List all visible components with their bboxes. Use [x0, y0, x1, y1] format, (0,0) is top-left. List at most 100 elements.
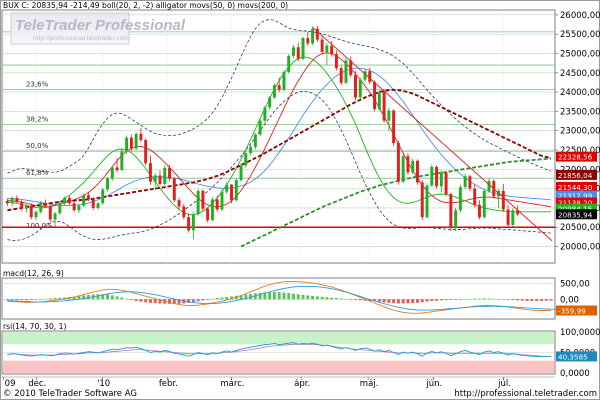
macd-histogram-bar [96, 294, 100, 300]
macd-histogram-bar [144, 299, 148, 303]
macd-histogram-bar [320, 296, 324, 300]
macd-histogram-bar [201, 299, 205, 301]
macd-histogram-bar [24, 299, 28, 301]
macd-histogram-bar [206, 299, 210, 300]
macd-histogram-bar [439, 299, 443, 301]
price-tick-label: 26000,00 [560, 11, 600, 21]
macd-histogram-bar [134, 299, 138, 301]
candle-body [358, 79, 362, 98]
candle-body [77, 205, 81, 211]
macd-histogram-bar [349, 299, 353, 300]
macd-histogram-bar [196, 299, 200, 302]
price-tick-label: 20000,00 [560, 243, 600, 253]
macd-histogram-bar [396, 299, 400, 304]
x-tick-label: ápr. [294, 379, 310, 389]
candle-body [406, 156, 410, 173]
watermark-url: http://professional.teletrader.com [33, 35, 129, 42]
macd-histogram-bar [268, 292, 272, 300]
macd-histogram-bar [401, 299, 405, 304]
candle-body [396, 143, 400, 182]
macd-histogram-bar [425, 299, 429, 302]
footer-copyright: © 2010 TeleTrader Software AG [3, 389, 137, 399]
candle-body [5, 200, 9, 204]
macd-value-tag-label: -359,99 [558, 307, 586, 316]
candle-body [20, 202, 24, 209]
macd-histogram-bar [444, 299, 448, 301]
candle-body [163, 167, 167, 184]
candle-body [392, 110, 396, 144]
candle-body [425, 185, 429, 218]
price-tick-label: 25500,00 [560, 30, 600, 40]
macd-histogram-bar [377, 299, 381, 302]
candle-body [215, 199, 219, 210]
candle-body [106, 178, 110, 190]
candle-body [253, 134, 257, 147]
macd-histogram-bar [106, 294, 110, 300]
macd-histogram-bar [415, 299, 419, 303]
macd-value-tags: -359,99 [556, 305, 597, 316]
x-tick-label: márc. [220, 379, 244, 389]
candle-body [153, 175, 157, 182]
macd-histogram-bar [544, 299, 548, 301]
candle-body [430, 167, 434, 186]
candle-body [368, 71, 372, 83]
macd-histogram-bar [477, 298, 481, 300]
chart-window: 23,6% 38,2% 50,0% 61,8% 100,0% 26000,00 25500… [0, 0, 600, 400]
macd-histogram-bar [511, 299, 515, 301]
macd-histogram-bar [430, 299, 434, 302]
candle-body [301, 38, 305, 59]
price-tick-label: 23500,00 [560, 107, 600, 117]
macd-histogram-bar [311, 295, 315, 300]
macd-histogram-bar [497, 298, 501, 300]
candle-body [320, 39, 324, 52]
macd-histogram-bar [549, 299, 553, 301]
chart-canvas: 23,6%38,2%50,0%61,8%100,0% 26000,0025500… [0, 0, 600, 400]
rsi-oversold-zone [3, 360, 554, 373]
price-panel [1, 9, 556, 264]
macd-histogram-bar [20, 299, 24, 301]
macd-histogram-bar [39, 299, 43, 300]
macd-histogram-bar [463, 299, 467, 300]
macd-histogram-bar [5, 299, 9, 300]
candle-body [24, 205, 28, 209]
candle-body [210, 199, 214, 221]
macd-histogram-bar [287, 293, 291, 300]
candle-body [244, 153, 248, 166]
macd-histogram-bar [330, 297, 334, 300]
macd-histogram-bar [458, 299, 462, 300]
macd-histogram-bar [125, 298, 129, 300]
rsi-value-tags: 40,3585 [556, 351, 597, 362]
candle-body [101, 189, 105, 204]
candle-body [177, 200, 181, 207]
candle-body [139, 133, 143, 140]
price-value-tag-label: 20835,94 [558, 210, 593, 219]
candle-body [187, 217, 191, 231]
price-value-tag-label: 21544,30 [558, 183, 593, 192]
candle-body [501, 190, 505, 210]
macd-histogram-bar [15, 299, 19, 301]
candle-body [306, 38, 310, 44]
candle-body [53, 213, 57, 220]
x-tick-label: 09 [5, 379, 16, 389]
candle-body [110, 167, 114, 179]
candle-body [182, 206, 186, 218]
x-tick-label: máj. [360, 379, 379, 389]
macd-histogram-bar [449, 299, 453, 300]
candle-body [325, 45, 329, 52]
macd-histogram-bar [334, 298, 338, 300]
price-tick-label: 20500,00 [560, 223, 600, 233]
macd-histogram-bar [29, 299, 33, 300]
candle-body [334, 54, 338, 69]
candle-body [272, 85, 276, 98]
macd-histogram-bar [315, 296, 319, 300]
macd-histogram-bar [506, 299, 510, 300]
macd-histogram-bar [110, 295, 114, 300]
candle-body [473, 188, 477, 205]
price-tick-label: 24500,00 [560, 69, 600, 79]
candle-body [415, 160, 419, 183]
macd-histogram-bar [344, 298, 348, 300]
candle-body [482, 190, 486, 218]
macd-histogram-bar [339, 298, 343, 300]
x-tick-label: dec. [28, 379, 46, 389]
candle-body [444, 172, 448, 195]
